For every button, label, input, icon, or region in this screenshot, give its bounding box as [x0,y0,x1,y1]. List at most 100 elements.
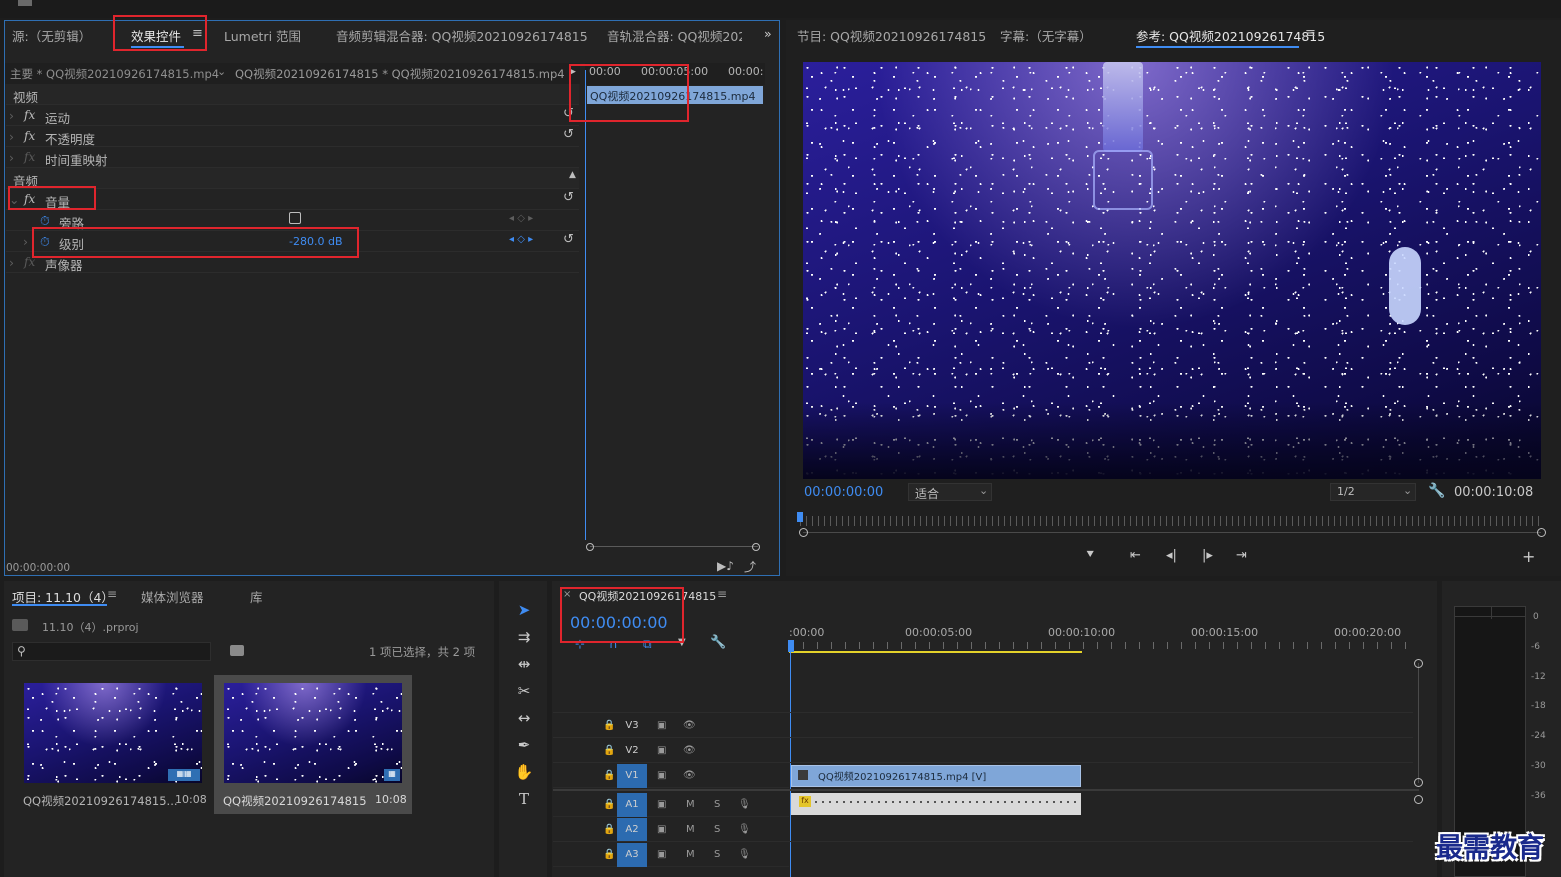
eye-icon[interactable]: 👁 [683,720,696,731]
track-v1[interactable]: 🔒 V1 ▣ 👁 [553,764,789,788]
track-label[interactable]: V1 [617,764,647,788]
track-label[interactable]: A2 [617,818,647,842]
track-a3[interactable]: 🔒 A3 ▣ M S 🎙 [553,843,789,867]
video-audio-divider[interactable] [553,789,1419,791]
ripple-edit-tool-icon[interactable]: ⇹ [514,654,534,674]
snap-magnet-icon[interactable]: ∩ [609,637,618,651]
track-v3[interactable]: 🔒 V3 ▣ 👁 [553,714,789,738]
sync-icon[interactable]: ▣ [657,720,666,731]
pen-tool-icon[interactable]: ✒ [514,735,534,755]
nest-icon[interactable]: ⊹ [575,637,585,651]
razor-tool-icon[interactable]: ✂ [514,681,534,701]
effect-row-time-remap[interactable]: › fx 时间重映射 [6,147,579,168]
add-marker-icon[interactable]: ⯆ [1085,548,1095,563]
sequence-clip-label[interactable]: QQ视频20210926174815 * QQ视频20210926174815.… [235,66,565,82]
video-preview[interactable] [803,62,1541,479]
video-track-scrollbar[interactable] [1414,659,1423,787]
expand-icon[interactable]: › [9,150,14,165]
mute-button[interactable]: M [686,824,695,835]
lock-icon[interactable]: 🔒 [603,799,615,810]
track-a2[interactable]: 🔒 A2 ▣ M S 🎙 [553,818,789,842]
tab-effect-controls[interactable]: 效果控件 [131,26,181,45]
panel-menu-icon[interactable]: ≡ [1305,26,1316,41]
program-zoom-bar[interactable] [799,528,1546,537]
track-label[interactable]: A1 [617,793,647,817]
program-timecode[interactable]: 00:00:00:00 [804,485,883,500]
project-item-selected[interactable]: ▦ QQ视频20210926174815 10:08 [214,675,412,814]
add-button-icon[interactable]: + [1522,547,1535,566]
type-tool-icon[interactable]: T [514,789,534,809]
lock-icon[interactable]: 🔒 [603,720,615,731]
sync-icon[interactable]: ▣ [657,799,666,810]
effect-row-panner[interactable]: › fx 声像器 [6,252,579,273]
program-ruler[interactable] [800,516,1544,526]
linked-selection-icon[interactable]: ⧉ [643,637,652,652]
panel-menu-icon[interactable]: ≡ [717,587,727,601]
sync-icon[interactable]: ▣ [657,824,666,835]
video-clip[interactable]: QQ视频20210926174815.mp4 [V] [791,765,1081,787]
effect-row-bypass[interactable]: ⏱ 旁路 ◂ ◇ ▸ [6,210,579,231]
stopwatch-icon[interactable]: ⏱ [40,234,50,250]
wrench-icon[interactable]: 🔧 [710,635,726,650]
hand-tool-icon[interactable]: ✋ [514,762,534,782]
timeline-ruler[interactable]: :00:00 00:00:05:00 00:00:10:00 00:00:15:… [789,624,1419,656]
eye-icon[interactable]: 👁 [683,745,696,756]
solo-button[interactable]: S [714,824,720,835]
timeline-timecode[interactable]: 00:00:00:00 [570,613,668,632]
reset-icon[interactable]: ↺ [563,106,574,121]
lock-icon[interactable]: 🔒 [603,770,615,781]
ec-clip-bar[interactable]: QQ视频20210926174815.mp4 [587,86,763,104]
tab-captions[interactable]: 字幕:（无字幕） [1000,26,1092,45]
project-item[interactable]: ▦▦ QQ视频20210926174815... 10:08 [14,675,212,814]
keyframe-nav-icon[interactable]: ◂ ◇ ▸ [509,234,533,245]
work-area-bar[interactable] [789,651,1082,653]
home-icon[interactable] [18,0,32,6]
ec-timecode[interactable]: 00:00:00:00 [6,562,70,574]
stopwatch-icon[interactable]: ⏱ [40,213,50,229]
fx-icon[interactable]: fx [24,108,35,122]
add-marker-icon[interactable]: ▼ [678,637,686,648]
panel-menu-icon[interactable]: ≡ [192,26,203,41]
mute-button[interactable]: M [686,849,695,860]
tab-source[interactable]: 源:（无剪辑） [12,26,91,45]
effect-row-volume[interactable]: ⌄ fx 音量 [6,189,579,210]
mic-icon[interactable]: 🎙 [738,824,751,835]
resolution-dropdown[interactable]: 1/2 ⌄ [1330,483,1416,501]
lock-icon[interactable]: 🔒 [603,824,615,835]
eye-icon[interactable]: 👁 [683,770,696,781]
mic-icon[interactable]: 🎙 [738,799,751,810]
tab-program[interactable]: 节目: QQ视频20210926174815 [797,26,986,45]
chevron-down-icon[interactable]: ⌄ [217,65,226,78]
tab-reference[interactable]: 参考: QQ视频20210926174815 [1136,26,1325,45]
go-to-out-icon[interactable]: ⇥ [1236,548,1247,563]
sync-icon[interactable]: ▣ [657,849,666,860]
collapse-icon[interactable]: ⌄ [9,192,19,207]
ec-timeline-ruler[interactable]: 00:00 00:00:05:00 00:00: [585,63,765,85]
step-back-icon[interactable]: ◂| [1166,548,1177,563]
audio-track-scroll-handle[interactable] [1414,795,1423,804]
track-label[interactable]: A3 [617,843,647,867]
expand-icon[interactable]: › [9,108,14,123]
track-v2[interactable]: 🔒 V2 ▣ 👁 [553,739,789,763]
solo-button[interactable]: S [714,849,720,860]
more-tabs-icon[interactable]: » [764,26,772,41]
mute-button[interactable]: M [686,799,695,810]
lock-icon[interactable]: 🔒 [603,849,615,860]
expand-icon[interactable]: › [9,129,14,144]
go-to-in-icon[interactable]: ⇤ [1130,548,1141,563]
panel-menu-icon[interactable]: ≡ [107,587,117,601]
keyframe-nav-icon[interactable]: ◂ ◇ ▸ [509,213,533,224]
master-clip-label[interactable]: 主要 * QQ视频20210926174815.mp4 [10,66,219,82]
sequence-tab[interactable]: QQ视频20210926174815 [579,588,716,604]
timeline-playhead-handle[interactable] [788,640,794,652]
ec-zoom-scrollbar[interactable] [586,543,760,554]
level-value[interactable]: -280.0 dB [289,235,343,248]
effect-row-level[interactable]: › ⏱ 级别 -280.0 dB ◂ ◇ ▸ [6,231,579,252]
tab-audio-clip-mixer[interactable]: 音频剪辑混合器: QQ视频20210926174815 [336,26,588,45]
reset-icon[interactable]: ↺ [563,190,574,205]
program-playhead[interactable] [797,512,803,522]
reset-icon[interactable]: ↺ [563,232,574,247]
tab-lumetri[interactable]: Lumetri 范围 [224,26,301,45]
scroll-up-icon[interactable]: ▲ [569,170,576,180]
expand-icon[interactable]: › [23,234,28,249]
